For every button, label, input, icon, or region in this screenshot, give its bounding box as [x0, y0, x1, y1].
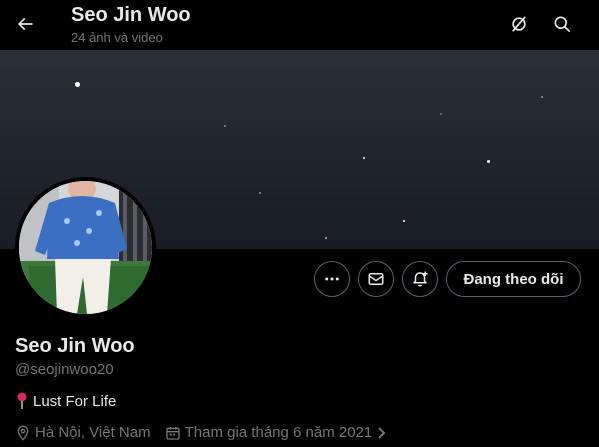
back-button[interactable] [8, 7, 42, 41]
search-button[interactable] [545, 7, 579, 41]
avatar[interactable] [15, 177, 156, 318]
post-count: 24 ảnh và video [71, 30, 163, 45]
profile-page: Seo Jin Woo 24 ảnh và video Đang theo dõ… [0, 0, 599, 447]
star [541, 96, 543, 98]
more-button[interactable] [314, 261, 350, 297]
star [325, 237, 327, 239]
chevron-right-icon [378, 426, 386, 439]
page-title: Seo Jin Woo [71, 4, 191, 26]
more-icon [325, 277, 339, 281]
profile-name: Seo Jin Woo [15, 335, 135, 357]
location-text: Hà Nội, Việt Nam [35, 424, 151, 441]
profile-bio: Lust For Life [15, 392, 116, 410]
star [487, 160, 490, 163]
star [259, 192, 261, 194]
location-icon [17, 425, 29, 441]
profile-handle: @seojinwoo20 [15, 361, 114, 378]
star [403, 220, 405, 222]
top-bar: Seo Jin Woo 24 ảnh và video [0, 0, 599, 50]
grok-icon [512, 16, 526, 32]
arrow-left-icon [17, 17, 33, 31]
join-date[interactable]: Tham gia tháng 6 năm 2021 [165, 424, 389, 441]
star [363, 157, 365, 159]
bio-text: Lust For Life [33, 392, 117, 410]
avatar-photo [19, 181, 152, 314]
mail-icon [368, 273, 384, 285]
grok-button[interactable] [502, 7, 536, 41]
star [224, 125, 226, 127]
bell-plus-icon [413, 271, 428, 287]
profile-meta: Hà Nội, Việt Nam Tham gia tháng 6 năm 20… [15, 424, 402, 441]
search-icon [554, 16, 570, 32]
location: Hà Nội, Việt Nam [15, 424, 151, 441]
star [75, 82, 80, 87]
following-button[interactable]: Đang theo dõi [446, 261, 581, 297]
message-button[interactable] [358, 261, 394, 297]
calendar-icon [165, 426, 180, 440]
star [440, 113, 442, 115]
notify-button[interactable] [402, 261, 438, 297]
join-date-text: Tham gia tháng 6 năm 2021 [184, 424, 373, 441]
pin-icon [17, 392, 27, 409]
